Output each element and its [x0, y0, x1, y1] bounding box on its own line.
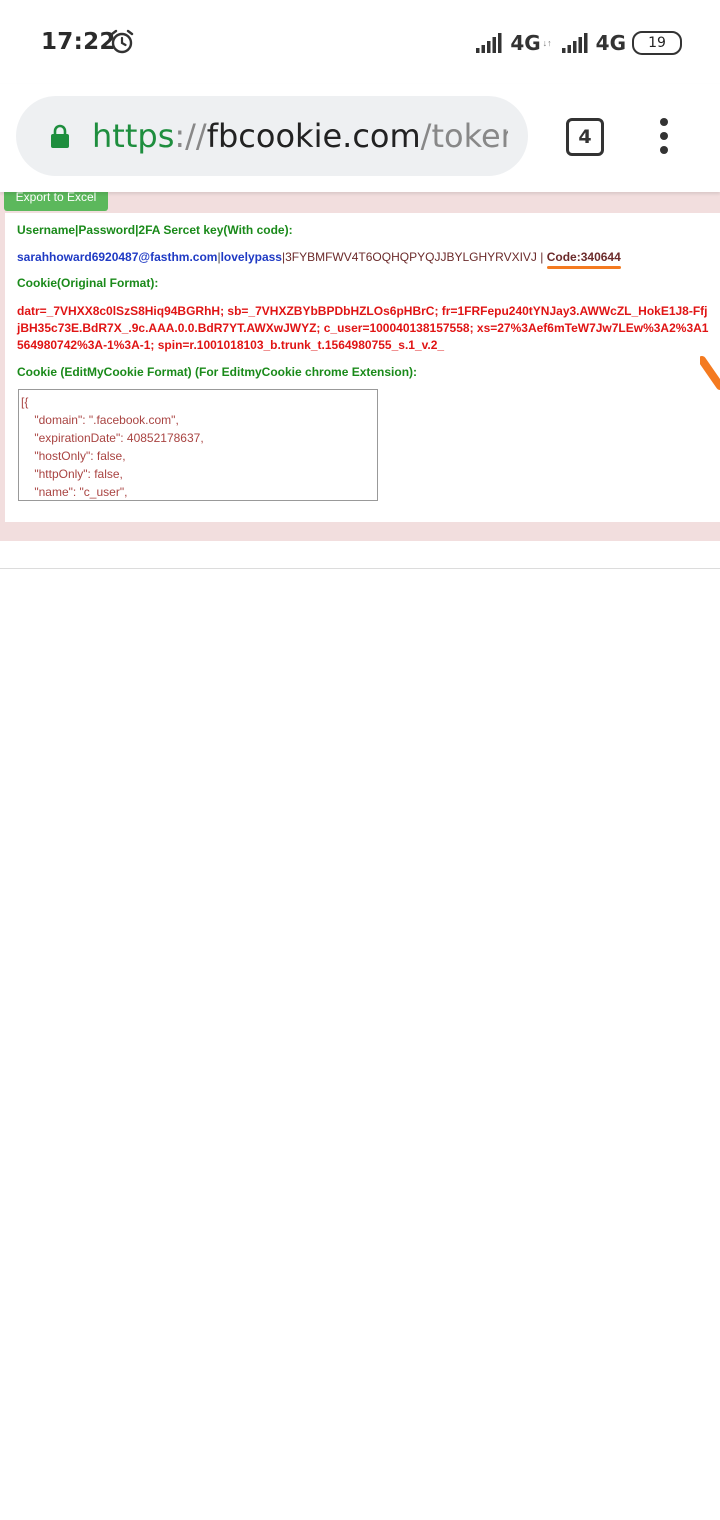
url-path: /tokenlis	[420, 117, 508, 155]
cookie-original-label: Cookie(Original Format):	[17, 276, 159, 290]
credentials-label: Username|Password|2FA Sercet key(With co…	[17, 223, 293, 237]
signal-icon	[561, 33, 588, 53]
cookie-original-text: datr=_7VHXX8c0lSzS8Hiq94BGRhH; sb=_7VHXZ…	[17, 304, 709, 352]
annotation-arrow-icon	[700, 356, 720, 390]
alarm-icon	[110, 29, 134, 54]
more-menu-icon[interactable]	[652, 118, 676, 154]
signal-icon	[476, 33, 502, 53]
battery-level: 19	[648, 35, 666, 51]
browser-toolbar: https://fbcookie.com/tokenlis 4	[0, 84, 720, 192]
cookie-json-text: [{ "domain": ".facebook.com", "expiratio…	[21, 395, 204, 499]
username-text: sarahhoward6920487@fasthm.com	[17, 250, 218, 264]
status-bar: 17:22 4G ↓↑ 4G 19	[0, 0, 720, 84]
cookie-json-textarea[interactable]: [{ "domain": ".facebook.com", "expiratio…	[18, 389, 378, 501]
status-indicators: 4G ↓↑ 4G 19	[476, 30, 682, 56]
tab-switcher-button[interactable]: 4	[566, 118, 604, 156]
data-activity-icon: ↓↑	[542, 38, 552, 48]
cookie-editmycookie-label: Cookie (EditMyCookie Format) (For Editmy…	[17, 365, 418, 379]
divider	[0, 568, 720, 569]
network-type: 4G	[510, 31, 541, 55]
annotation-underline	[547, 266, 621, 269]
secret-key-text: |3FYBMFWV4T6OQHQPYQJJBYLGHYRVXIVJ |	[281, 250, 547, 264]
status-time: 17:22	[41, 29, 116, 55]
url-text[interactable]: https://fbcookie.com/tokenlis	[92, 116, 508, 156]
url-bar[interactable]: https://fbcookie.com/tokenlis	[16, 96, 528, 176]
tab-count: 4	[578, 126, 592, 148]
lock-icon	[51, 124, 69, 148]
url-host: fbcookie.com	[206, 117, 421, 155]
url-separator: ://	[174, 117, 207, 155]
network-type: 4G	[595, 31, 626, 55]
2fa-code-text: Code:340644	[546, 250, 621, 264]
battery-icon: 19	[632, 31, 682, 55]
url-scheme: https	[92, 117, 175, 155]
credentials-line: sarahhoward6920487@fasthm.com|lovelypass…	[17, 250, 621, 264]
password-text: lovelypass	[220, 250, 282, 264]
